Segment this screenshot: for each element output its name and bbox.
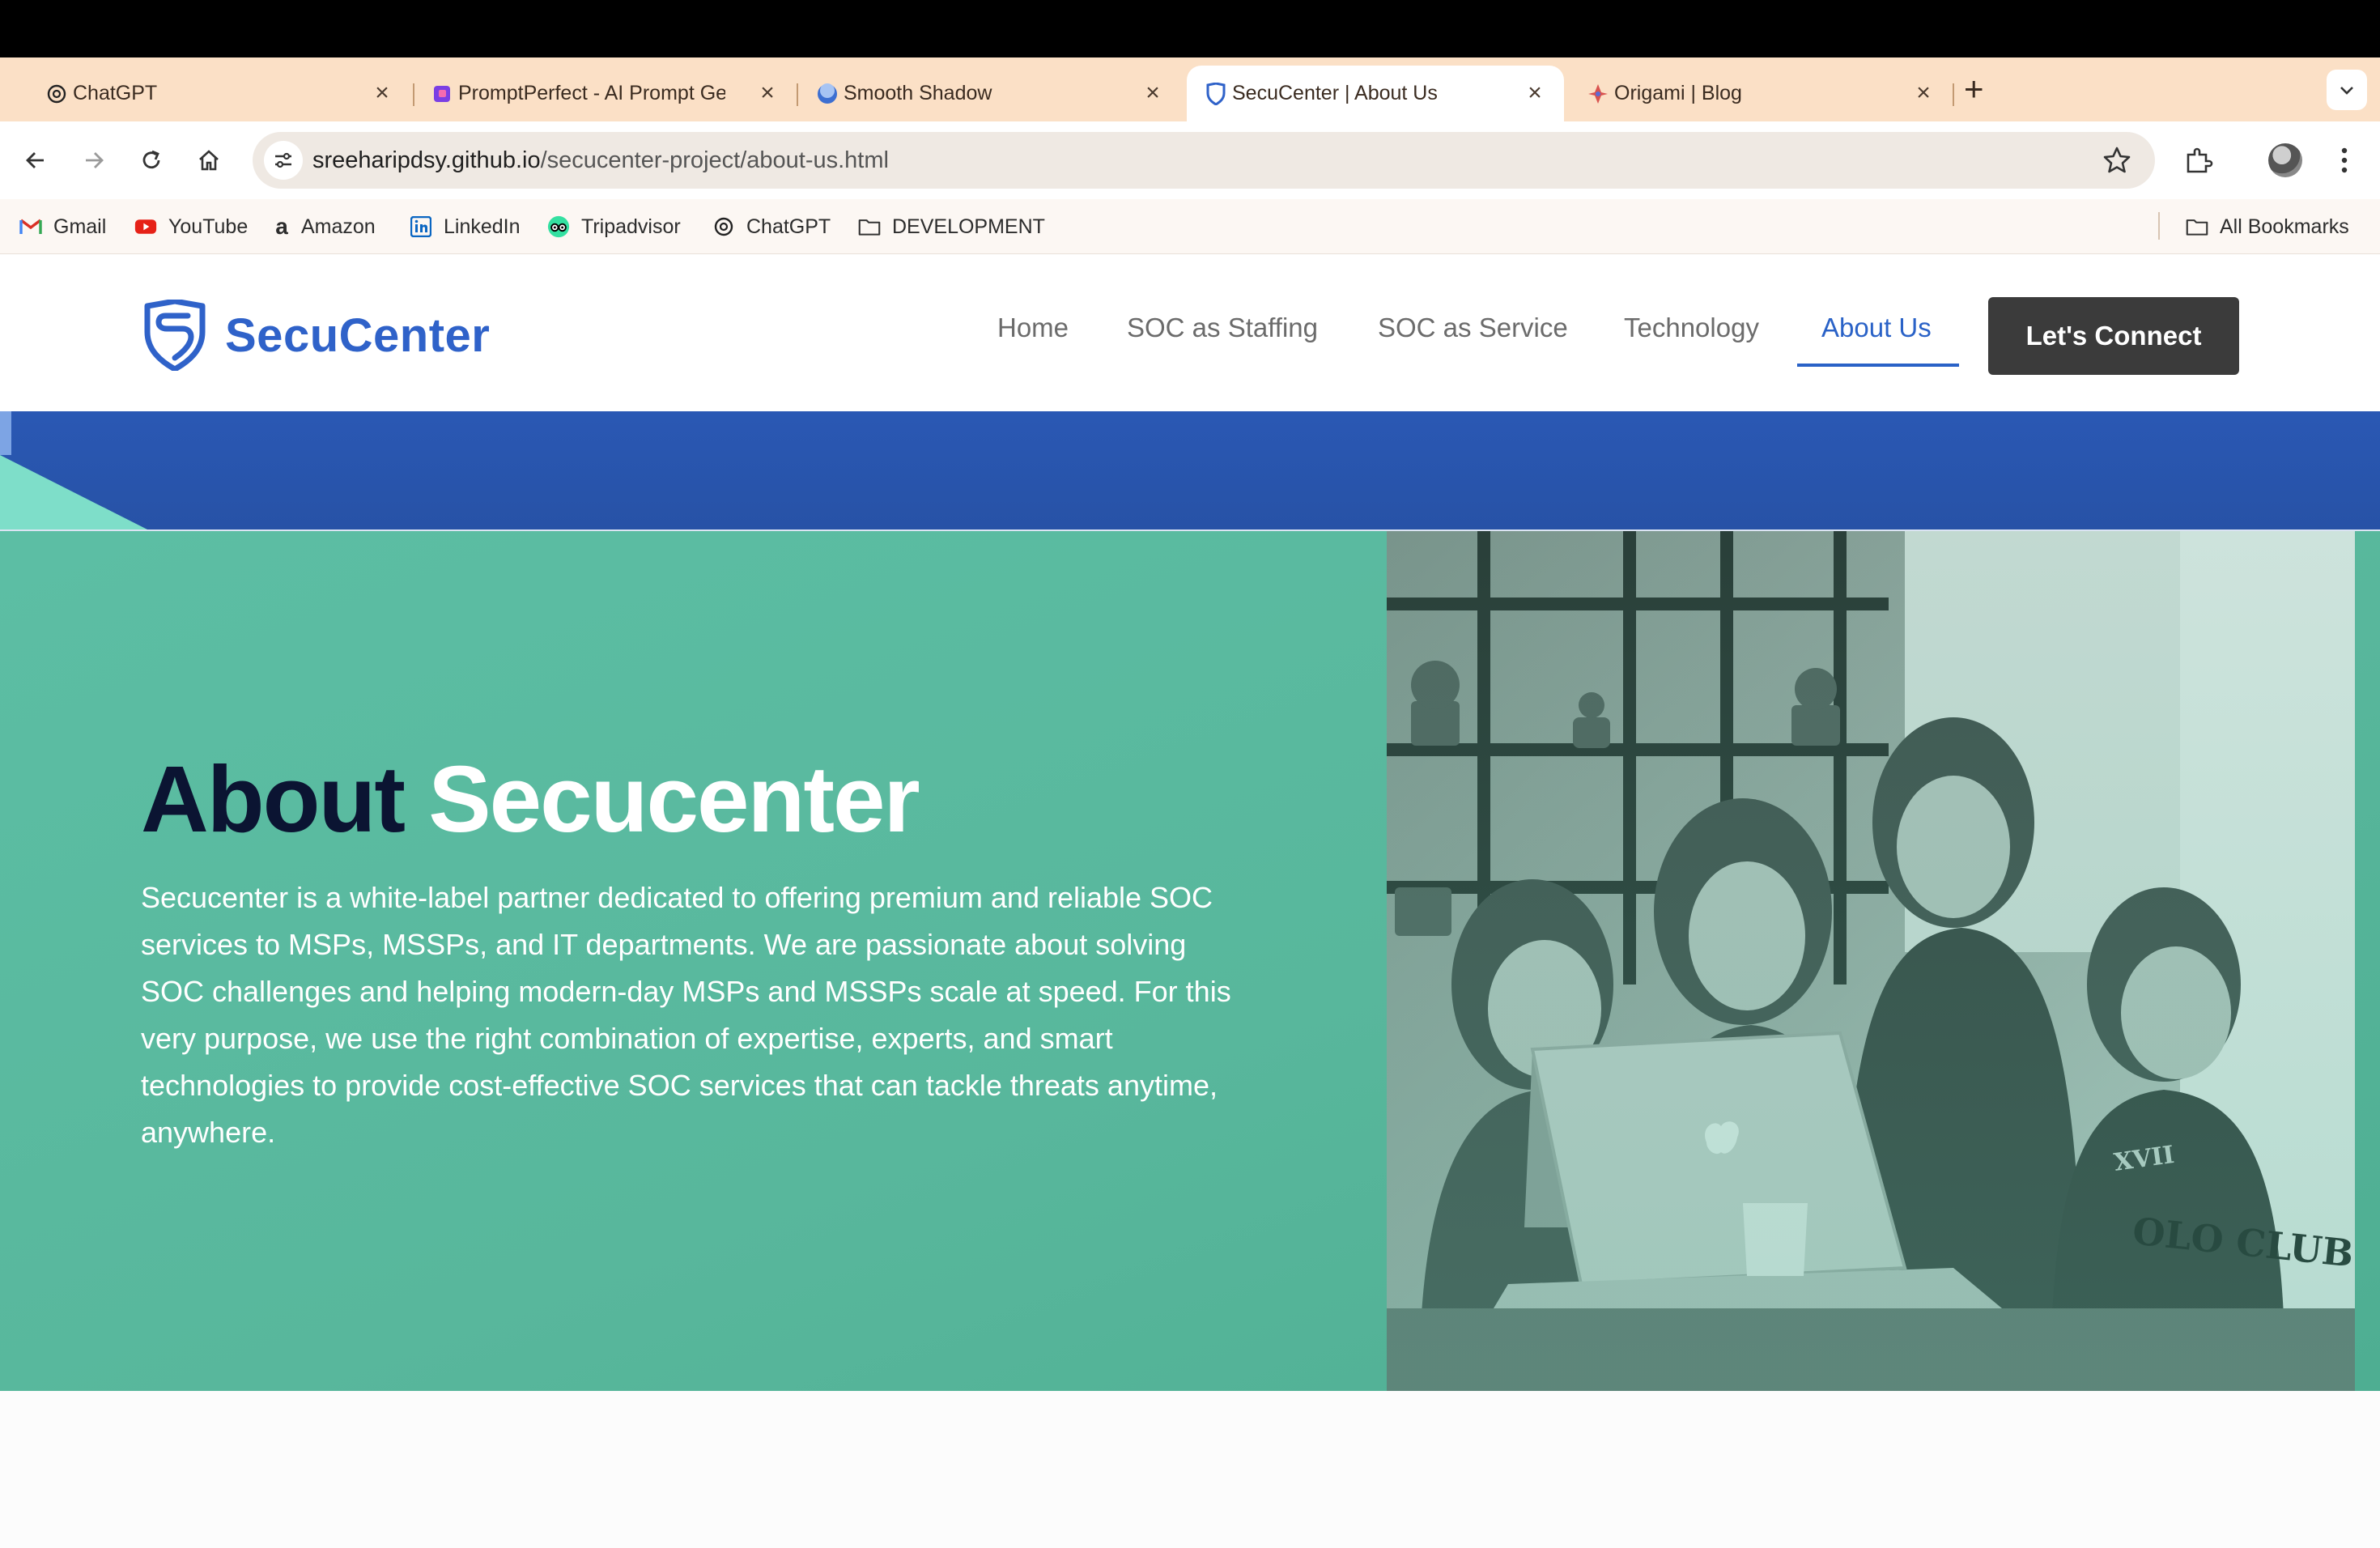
secucenter-shield-icon — [1205, 83, 1227, 105]
band-triangle — [0, 455, 151, 531]
team-photo-illustration: OLO CLUB XVII — [1387, 531, 2355, 1391]
about-hero: About Secucenter Secucenter is a white-l… — [0, 531, 2380, 1391]
tab-separator — [1953, 83, 1954, 106]
puzzle-icon — [2187, 147, 2213, 173]
profile-avatar[interactable] — [2268, 143, 2302, 177]
bookmark-gmail[interactable]: Gmail — [19, 212, 106, 241]
browser-tab[interactable]: ChatGPT × — [28, 66, 411, 121]
new-tab-button[interactable]: + — [1964, 72, 1984, 106]
reload-button[interactable] — [134, 142, 169, 178]
chevron-down-icon — [2340, 87, 2353, 95]
site-header: SecuCenter Home SOC as Staffing SOC as S… — [0, 254, 2380, 411]
nav-soc-as-service[interactable]: SOC as Service — [1378, 313, 1568, 343]
active-nav-indicator — [1797, 364, 1959, 367]
hero-title: About Secucenter — [141, 745, 920, 853]
bookmark-label: Gmail — [53, 215, 107, 238]
band-accent — [0, 411, 11, 455]
browser-tab[interactable]: PromptPerfect - AI Prompt Generator × — [413, 66, 797, 121]
folder-icon — [858, 215, 881, 238]
hero-description: Secucenter is a white-label partner dedi… — [141, 881, 1231, 1149]
amazon-icon: a — [275, 214, 288, 239]
home-button[interactable] — [191, 142, 227, 178]
all-bookmarks-button[interactable]: All Bookmarks — [2186, 212, 2349, 241]
kebab-menu-icon — [2341, 147, 2348, 173]
promptperfect-icon — [431, 83, 453, 105]
browser-menu-button[interactable] — [2323, 139, 2365, 181]
bookmark-label: Amazon — [301, 215, 376, 238]
bookmark-label: LinkedIn — [444, 215, 521, 238]
tab-title: Smooth Shadow — [844, 82, 992, 104]
tab-title: SecuCenter | About Us — [1232, 82, 1438, 104]
site-logo[interactable]: SecuCenter — [142, 300, 490, 371]
nav-soc-as-staffing[interactable]: SOC as Staffing — [1127, 313, 1318, 343]
hero-title-dark: About — [141, 746, 406, 852]
tripadvisor-icon — [547, 215, 570, 238]
bookmark-amazon[interactable]: a Amazon — [274, 212, 376, 241]
all-bookmarks-label: All Bookmarks — [2220, 215, 2349, 238]
lets-connect-button[interactable]: Let's Connect — [1988, 297, 2239, 375]
tab-title: ChatGPT — [73, 82, 158, 104]
url-path: /secucenter-project/about-us.html — [540, 147, 889, 173]
address-bar[interactable]: sreeharipdsy.github.io/secucenter-projec… — [253, 132, 2155, 189]
screen-top-bar — [0, 0, 2380, 57]
close-icon[interactable]: × — [754, 80, 780, 106]
url-host: sreeharipdsy.github.io — [312, 147, 541, 173]
tab-search-button[interactable] — [2327, 70, 2367, 110]
home-icon — [199, 150, 219, 171]
bookmark-folder-development[interactable]: DEVELOPMENT — [858, 212, 1045, 241]
close-icon[interactable]: × — [1522, 80, 1548, 106]
linkedin-icon — [410, 215, 432, 238]
tab-title: PromptPerfect - AI Prompt Generator — [458, 82, 725, 104]
browser-tab[interactable]: Origami | Blog × — [1569, 66, 1953, 121]
bookmark-chatgpt[interactable]: ChatGPT — [712, 212, 831, 241]
arrow-right-icon — [86, 152, 104, 168]
close-icon[interactable]: × — [1140, 80, 1166, 106]
bookmark-label: DEVELOPMENT — [892, 215, 1045, 238]
gmail-icon — [19, 215, 42, 238]
nav-technology[interactable]: Technology — [1624, 313, 1759, 343]
reload-icon — [142, 150, 160, 169]
site-settings-icon[interactable] — [264, 141, 303, 180]
bookmark-label: YouTube — [168, 215, 249, 238]
chatgpt-icon — [45, 83, 68, 105]
bookmark-label: ChatGPT — [746, 215, 831, 238]
smooth-shadow-icon — [816, 83, 839, 105]
browser-tab-active[interactable]: SecuCenter | About Us × — [1187, 66, 1564, 121]
youtube-icon — [134, 215, 157, 238]
bookmark-star-icon[interactable] — [2102, 145, 2132, 176]
bookmark-separator — [2158, 212, 2160, 240]
secucenter-shield-icon — [144, 300, 206, 371]
nav-home[interactable]: Home — [997, 313, 1069, 343]
arrow-left-icon — [26, 152, 44, 168]
back-button[interactable] — [18, 142, 53, 178]
close-icon[interactable]: × — [369, 80, 395, 106]
tab-title: Origami | Blog — [1614, 82, 1742, 104]
url-text[interactable]: sreeharipdsy.github.io/secucenter-projec… — [312, 147, 889, 174]
browser-toolbar: sreeharipdsy.github.io/secucenter-projec… — [0, 121, 2380, 199]
bookmark-youtube[interactable]: YouTube — [134, 212, 248, 241]
forward-button[interactable] — [76, 142, 112, 178]
close-icon[interactable]: × — [1910, 80, 1936, 106]
brand-name: SecuCenter — [225, 308, 491, 362]
page-below-fold — [0, 1391, 2380, 1548]
origami-icon — [1587, 83, 1609, 105]
folder-icon — [2186, 215, 2208, 238]
bookmark-label: Tripadvisor — [581, 215, 681, 238]
extensions-button[interactable] — [2178, 139, 2220, 181]
decorative-band — [0, 411, 2380, 531]
chatgpt-icon — [712, 215, 735, 238]
hero-title-light: Secucenter — [428, 746, 920, 852]
bookmark-linkedin[interactable]: LinkedIn — [410, 212, 521, 241]
team-photo: OLO CLUB XVII — [1387, 531, 2355, 1391]
nav-about-us[interactable]: About Us — [1821, 313, 1932, 343]
browser-tab-strip: ChatGPT × PromptPerfect - AI Prompt Gene… — [0, 57, 2380, 121]
bookmarks-bar: Gmail YouTube a Amazon LinkedIn Tripadvi… — [0, 199, 2380, 254]
bookmark-tripadvisor[interactable]: Tripadvisor — [547, 212, 681, 241]
browser-tab[interactable]: Smooth Shadow × — [798, 66, 1182, 121]
